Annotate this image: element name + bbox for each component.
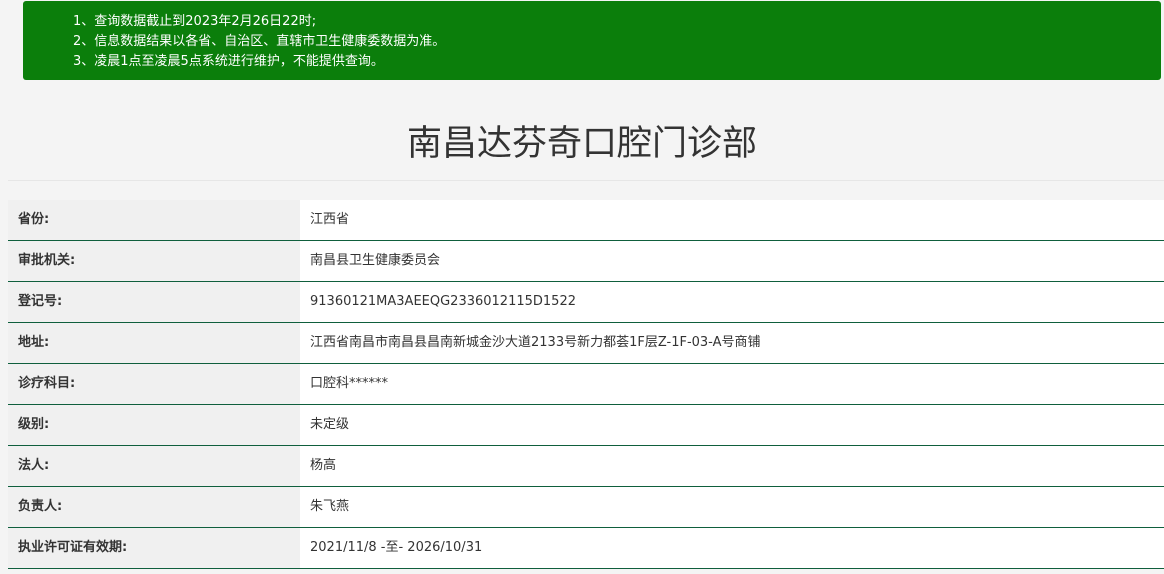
person-in-charge-value: 朱飞燕	[300, 487, 1164, 527]
info-row-level: 级别: 未定级	[8, 405, 1164, 446]
info-row-legal-person: 法人: 杨高	[8, 446, 1164, 487]
departments-label: 诊疗科目:	[8, 364, 300, 404]
info-table: 省份: 江西省 审批机关: 南昌县卫生健康委员会 登记号: 91360121MA…	[8, 200, 1164, 569]
address-value: 江西省南昌市南昌县昌南新城金沙大道2133号新力都荟1F层Z-1F-03-A号商…	[300, 323, 1164, 363]
province-label: 省份:	[8, 200, 300, 240]
notice-banner: 1、查询数据截止到2023年2月26日22时; 2、信息数据结果以各省、自治区、…	[23, 1, 1161, 80]
license-validity-label: 执业许可证有效期:	[8, 528, 300, 568]
registration-number-value: 91360121MA3AEEQG2336012115D1522	[300, 282, 1164, 322]
info-row-address: 地址: 江西省南昌市南昌县昌南新城金沙大道2133号新力都荟1F层Z-1F-03…	[8, 323, 1164, 364]
address-label: 地址:	[8, 323, 300, 363]
province-value: 江西省	[300, 200, 1164, 240]
info-row-person-in-charge: 负责人: 朱飞燕	[8, 487, 1164, 528]
notice-line-1: 1、查询数据截止到2023年2月26日22时;	[73, 14, 317, 29]
level-value: 未定级	[300, 405, 1164, 445]
legal-person-label: 法人:	[8, 446, 300, 486]
page-title: 南昌达芬奇口腔门诊部	[406, 124, 757, 164]
info-row-departments: 诊疗科目: 口腔科******	[8, 364, 1164, 405]
title-divider	[8, 180, 1164, 181]
info-row-license-validity: 执业许可证有效期: 2021/11/8 -至- 2026/10/31	[8, 528, 1164, 569]
registration-number-label: 登记号:	[8, 282, 300, 322]
approval-authority-label: 审批机关:	[8, 241, 300, 281]
info-row-registration-number: 登记号: 91360121MA3AEEQG2336012115D1522	[8, 282, 1164, 323]
person-in-charge-label: 负责人:	[8, 487, 300, 527]
approval-authority-value: 南昌县卫生健康委员会	[300, 241, 1164, 281]
departments-value: 口腔科******	[300, 364, 1164, 404]
license-validity-value: 2021/11/8 -至- 2026/10/31	[300, 528, 1164, 568]
notice-line-3: 3、凌晨1点至凌晨5点系统进行维护，不能提供查询。	[73, 54, 384, 69]
info-row-approval-authority: 审批机关: 南昌县卫生健康委员会	[8, 241, 1164, 282]
legal-person-value: 杨高	[300, 446, 1164, 486]
info-row-province: 省份: 江西省	[8, 200, 1164, 241]
notice-line-2: 2、信息数据结果以各省、自治区、直辖市卫生健康委数据为准。	[73, 34, 446, 49]
level-label: 级别:	[8, 405, 300, 445]
